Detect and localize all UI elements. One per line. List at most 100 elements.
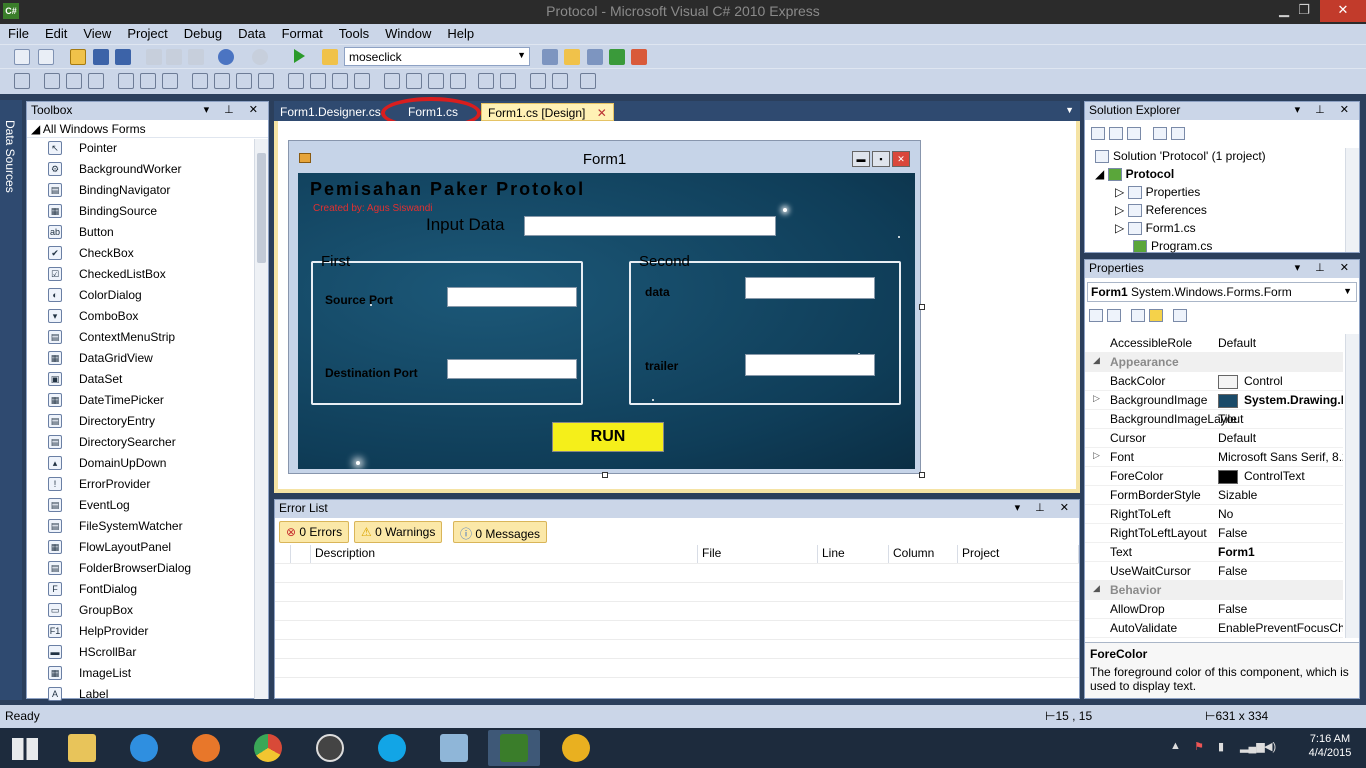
property-row[interactable]: AutoValidate EnablePreventFocusChange xyxy=(1085,619,1343,638)
properties-toolbar-icon[interactable] xyxy=(1091,127,1105,141)
save-all-icon[interactable] xyxy=(115,49,131,65)
source-port-textbox[interactable] xyxy=(447,287,577,307)
paste-icon[interactable] xyxy=(188,49,204,65)
menu-tools[interactable]: Tools xyxy=(331,24,377,41)
toolbox-item[interactable]: ▦ ImageList xyxy=(27,663,268,684)
property-value[interactable]: Microsoft Sans Serif, 8.25pt xyxy=(1218,450,1343,464)
data-textbox[interactable] xyxy=(745,277,875,299)
toolbox-item[interactable]: ▣ DataSet xyxy=(27,369,268,390)
toolbox-item[interactable]: ▦ DateTimePicker xyxy=(27,390,268,411)
toolbox-group-header[interactable]: ◢ All Windows Forms xyxy=(27,120,268,138)
toolbox-item[interactable]: ◐ ColorDialog xyxy=(27,285,268,306)
property-value[interactable]: Form1 xyxy=(1218,545,1343,559)
tray-flag-icon[interactable]: ⚑ xyxy=(1194,740,1204,753)
property-row[interactable]: RightToLeftLayout False xyxy=(1085,524,1343,543)
property-row[interactable]: RightToLeft No xyxy=(1085,505,1343,524)
menu-data[interactable]: Data xyxy=(230,24,273,41)
resize-handle-right[interactable] xyxy=(919,304,925,310)
property-row[interactable]: ▷ BackgroundImage System.Drawing.Bitmap xyxy=(1085,391,1343,410)
system-clock[interactable]: 7:16 AM 4/4/2015 xyxy=(1300,732,1360,760)
toolbox-item[interactable]: ab Button xyxy=(27,222,268,243)
find-icon[interactable] xyxy=(322,49,338,65)
show-all-files-icon[interactable] xyxy=(1109,127,1123,141)
property-value[interactable]: Control xyxy=(1218,374,1343,389)
menu-project[interactable]: Project xyxy=(119,24,175,41)
menu-debug[interactable]: Debug xyxy=(176,24,230,41)
property-value[interactable]: False xyxy=(1218,564,1343,578)
collapse-icon[interactable]: ◢ xyxy=(1093,583,1100,594)
property-row[interactable]: BackColor Control xyxy=(1085,372,1343,391)
warnings-filter-button[interactable]: ⚠ 0 Warnings xyxy=(354,521,443,543)
hspace-equal-icon[interactable] xyxy=(288,73,304,89)
col-column[interactable]: Column xyxy=(889,545,958,563)
destination-port-textbox[interactable] xyxy=(447,359,577,379)
toolbox-icon[interactable] xyxy=(631,49,647,65)
toolbox-item[interactable]: F1 HelpProvider xyxy=(27,621,268,642)
panel-pin-icon[interactable]: ▾ ⊥ ✕ xyxy=(204,103,264,116)
properties-icon[interactable] xyxy=(587,49,603,65)
menu-format[interactable]: Format xyxy=(274,24,331,41)
properties-scrollbar[interactable] xyxy=(1345,334,1359,638)
close-button[interactable]: ✕ xyxy=(1320,0,1366,22)
toolbox-item[interactable]: ☑ CheckedListBox xyxy=(27,264,268,285)
copy-icon[interactable] xyxy=(166,49,182,65)
tab-form1-design[interactable]: Form1.cs [Design] ✕ xyxy=(481,103,614,121)
property-row[interactable]: ForeColor ControlText xyxy=(1085,467,1343,486)
taskbar-chrome[interactable] xyxy=(242,730,294,766)
bring-to-front-icon[interactable] xyxy=(530,73,546,89)
property-value[interactable]: Tile xyxy=(1218,412,1343,426)
expand-icon[interactable]: ▷ xyxy=(1093,450,1100,461)
tray-device-icon[interactable]: ▮ xyxy=(1218,740,1224,753)
object-browser-icon[interactable] xyxy=(609,49,625,65)
maximize-button[interactable]: ❐ xyxy=(1286,0,1322,22)
menu-help[interactable]: Help xyxy=(439,24,482,41)
start-button[interactable] xyxy=(0,730,52,766)
redo-icon[interactable] xyxy=(252,49,268,65)
property-category[interactable]: ◢ Behavior xyxy=(1085,581,1343,600)
same-size-icon[interactable] xyxy=(236,73,252,89)
tree-solution[interactable]: Solution 'Protocol' (1 project) xyxy=(1095,149,1266,167)
col-file[interactable]: File xyxy=(698,545,818,563)
toolbox-item[interactable]: ▤ FileSystemWatcher xyxy=(27,516,268,537)
form-minimize-button[interactable]: ▬ xyxy=(852,151,870,167)
save-icon[interactable] xyxy=(93,49,109,65)
toolbox-item[interactable]: ▤ DirectorySearcher xyxy=(27,432,268,453)
align-rights-icon[interactable] xyxy=(88,73,104,89)
tree-program[interactable]: Program.cs xyxy=(1133,239,1212,257)
vspace-equal-icon[interactable] xyxy=(384,73,400,89)
same-height-icon[interactable] xyxy=(214,73,230,89)
toolbox-item[interactable]: ▦ FlowLayoutPanel xyxy=(27,537,268,558)
property-row[interactable]: AccessibleRole Default xyxy=(1085,334,1343,353)
col-description[interactable]: Description xyxy=(311,545,698,563)
property-value[interactable]: Default xyxy=(1218,336,1343,350)
toolbox-item[interactable]: ▭ GroupBox xyxy=(27,600,268,621)
toolbox-item[interactable]: ▾ ComboBox xyxy=(27,306,268,327)
property-category[interactable]: ◢ Appearance xyxy=(1085,353,1343,372)
data-sources-strip[interactable]: Data Sources xyxy=(0,100,22,700)
toolbox-item[interactable]: F FontDialog xyxy=(27,579,268,600)
hspace-increase-icon[interactable] xyxy=(310,73,326,89)
toolbox-item[interactable]: ▤ EventLog xyxy=(27,495,268,516)
toolbox-item[interactable]: ⚙ BackgroundWorker xyxy=(27,159,268,180)
property-row[interactable]: AllowDrop False xyxy=(1085,600,1343,619)
expand-icon[interactable]: ▷ xyxy=(1093,393,1100,404)
tree-properties[interactable]: ▷ Properties xyxy=(1115,185,1200,203)
collapse-icon[interactable]: ◢ xyxy=(1093,355,1100,366)
trailer-textbox[interactable] xyxy=(745,354,875,376)
toolbox-item[interactable]: ✔ CheckBox xyxy=(27,243,268,264)
tray-expand-icon[interactable]: ▲ xyxy=(1170,740,1181,752)
view-code-icon[interactable] xyxy=(1153,127,1167,141)
form1-window[interactable]: Form1 ▬ ▪ ✕ Pemisahan Paker Protokol Cre… xyxy=(288,140,921,474)
input-data-textbox[interactable] xyxy=(524,216,776,236)
taskbar-notes[interactable] xyxy=(428,730,480,766)
property-value[interactable]: EnablePreventFocusChange xyxy=(1218,621,1343,635)
taskbar-winamp[interactable] xyxy=(550,730,602,766)
taskbar-visual-csharp[interactable] xyxy=(488,730,540,766)
errors-filter-button[interactable]: ⊗ 0 Errors xyxy=(279,521,350,543)
send-to-back-icon[interactable] xyxy=(552,73,568,89)
new-project-icon[interactable] xyxy=(14,49,30,65)
toolbox-item[interactable]: ↖ Pointer xyxy=(27,138,268,159)
categorized-icon[interactable] xyxy=(1089,309,1103,323)
properties-view-icon[interactable] xyxy=(1131,309,1145,323)
form-close-button[interactable]: ✕ xyxy=(892,151,910,167)
